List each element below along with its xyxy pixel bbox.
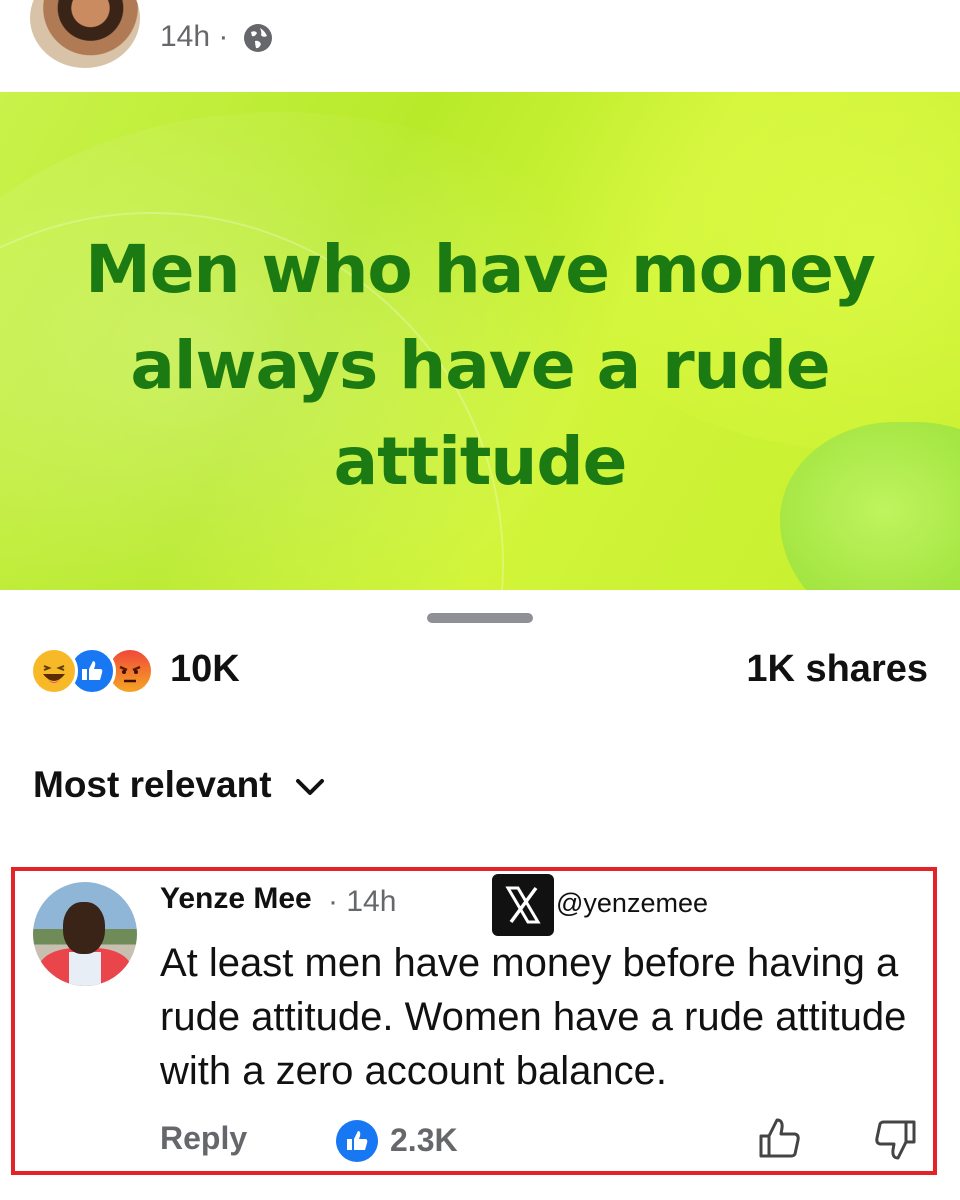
comment-time: · 14h [328, 885, 397, 918]
shares-count[interactable]: 1K shares [700, 648, 928, 691]
reactions-count[interactable]: 10K [170, 648, 240, 691]
comment-author-name[interactable]: Yenze Mee [160, 882, 312, 916]
reply-button[interactable]: Reply [160, 1120, 247, 1157]
post-author-avatar[interactable] [30, 0, 140, 68]
x-logo-icon [492, 874, 554, 936]
globe-icon [244, 24, 272, 52]
thumbs-up-icon[interactable] [755, 1114, 803, 1162]
comment-sort-dropdown[interactable]: Most relevant [33, 764, 272, 806]
sheet-drag-handle[interactable] [427, 613, 533, 623]
post-time: 14h · [160, 20, 229, 53]
commenter-avatar[interactable] [33, 882, 137, 986]
post-image[interactable]: Men who have money always have a rude at… [0, 92, 960, 590]
like-reaction-icon [336, 1120, 378, 1162]
thumbs-down-icon[interactable] [872, 1116, 920, 1164]
post-image-text: Men who have money always have a rude at… [85, 231, 876, 500]
chevron-down-icon[interactable] [292, 772, 328, 802]
haha-reaction-icon [30, 647, 78, 695]
watermark-handle: @yenzemee [556, 888, 708, 918]
comment-like-count[interactable]: 2.3K [390, 1122, 458, 1159]
comment-text: At least men have money before having a … [160, 941, 907, 1093]
reaction-icons[interactable] [30, 644, 160, 695]
